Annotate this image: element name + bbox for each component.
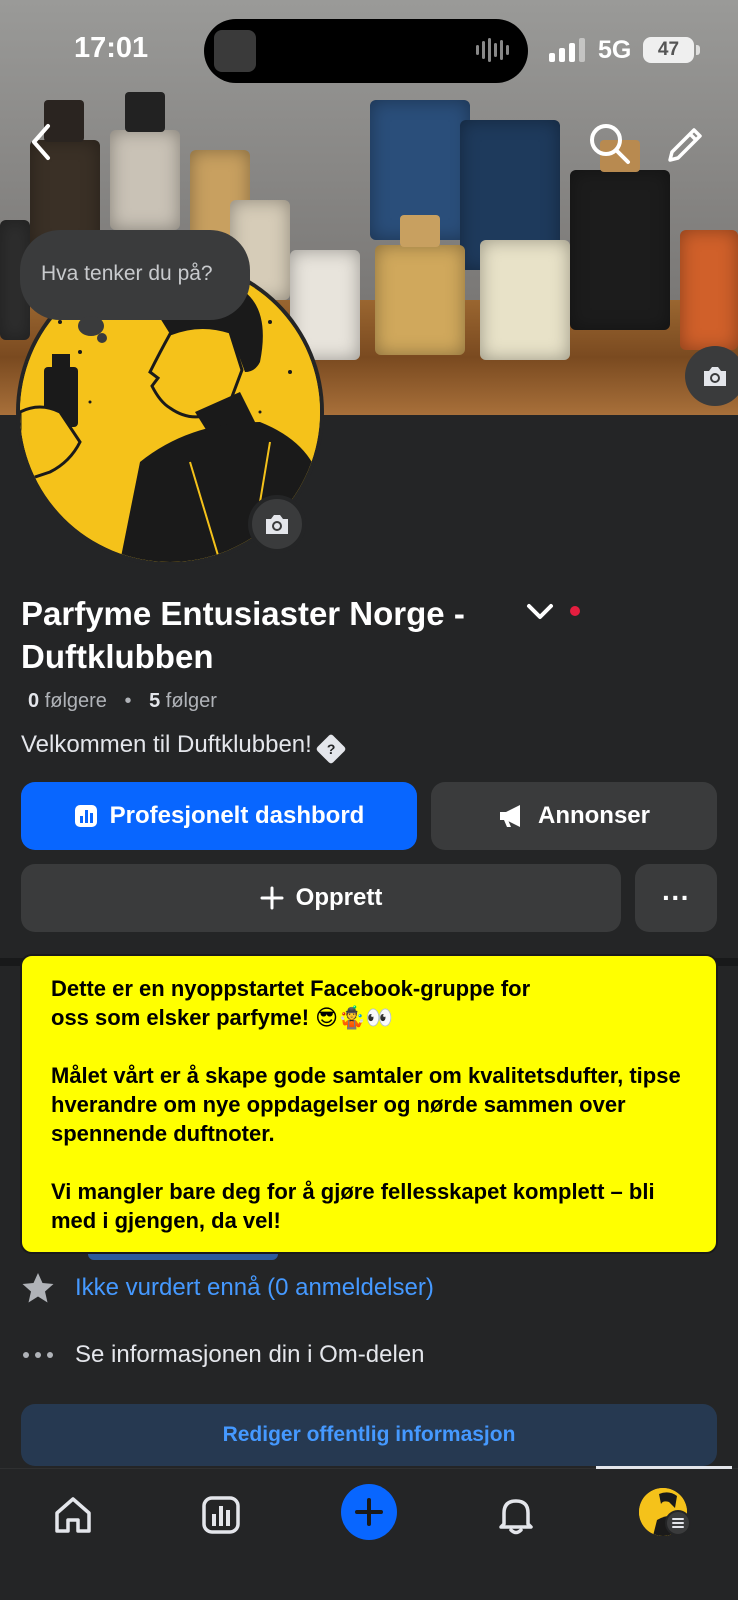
camera-icon xyxy=(266,515,288,534)
notification-dot xyxy=(570,606,580,616)
battery-level: 47 xyxy=(657,39,680,60)
chevron-down-icon[interactable] xyxy=(525,601,555,623)
cellular-signal-icon xyxy=(549,38,585,62)
perfume-cap xyxy=(400,215,440,247)
status-time: 17:01 xyxy=(74,32,149,64)
pencil-icon[interactable] xyxy=(664,124,706,166)
edit-public-info-button[interactable]: Rediger offentlig informasjon xyxy=(21,1404,717,1466)
insights-icon xyxy=(202,1496,240,1534)
following-count: 5 xyxy=(149,690,161,712)
home-icon xyxy=(55,1497,91,1533)
ads-label: Annonser xyxy=(537,802,650,829)
professional-dashboard-label: Profesjonelt dashbord xyxy=(109,802,365,829)
network-type: 5G xyxy=(598,36,632,64)
search-icon[interactable] xyxy=(588,122,632,166)
perfume-bottle xyxy=(375,245,465,355)
stats-separator: • xyxy=(124,690,132,712)
battery-icon: 47 xyxy=(643,37,694,63)
rating-row[interactable]: Ikke vurdert ennå (0 anmeldelser) xyxy=(21,1272,434,1304)
tab-insights[interactable] xyxy=(191,1485,251,1545)
page-title: Parfyme Entusiaster Norge - Duftklubben xyxy=(21,595,465,675)
followers-label: følgere xyxy=(44,690,107,712)
star-icon xyxy=(22,1273,54,1303)
perfume-bottle xyxy=(110,130,180,230)
notifications-icon xyxy=(499,1499,533,1535)
about-text: Se informasjonen din i Om-delen xyxy=(75,1341,425,1368)
announcement-paragraph-3: Vi mangler bare deg for å gjøre fellessk… xyxy=(51,1179,655,1233)
about-row[interactable]: Se informasjonen din i Om-delen xyxy=(21,1341,425,1369)
create-icon xyxy=(355,1498,383,1526)
now-playing-thumbnail xyxy=(214,30,256,72)
status-bubble-placeholder: Hva tenker du på? xyxy=(41,262,213,285)
announcement-paragraph-1: Dette er en nyoppstartet Facebook-gruppe… xyxy=(51,976,531,1030)
announcement-paragraph-2: Målet vårt er å skape gode samtaler om k… xyxy=(51,1063,681,1146)
camera-icon xyxy=(704,367,726,386)
chevron-left-icon[interactable] xyxy=(26,122,56,162)
more-dots-icon xyxy=(23,1352,53,1358)
perfume-bottle xyxy=(570,170,670,330)
unknown-glyph-icon: ? xyxy=(315,733,347,765)
bio-text: Velkommen til Duftklubben! xyxy=(21,731,312,758)
tab-create[interactable] xyxy=(341,1484,397,1540)
rating-text: Ikke vurdert ennå (0 anmeldelser) xyxy=(75,1274,434,1301)
hidden-content-peek xyxy=(88,1254,278,1260)
perfume-cap xyxy=(125,92,165,132)
bubble-tail-dot xyxy=(97,333,107,343)
followers-count: 0 xyxy=(28,690,40,712)
perfume-bottle xyxy=(680,230,738,350)
unknown-glyph-char: ? xyxy=(326,741,336,757)
megaphone-icon xyxy=(499,805,520,827)
ads-button[interactable]: Annonser xyxy=(431,782,717,850)
perfume-bottle xyxy=(480,240,570,360)
page-bio: Velkommen til Duftklubben!? xyxy=(21,731,347,765)
bar-chart-icon xyxy=(74,805,97,827)
active-tab-indicator xyxy=(596,1466,732,1469)
group-announcement: Dette er en nyoppstartet Facebook-gruppe… xyxy=(20,954,718,1254)
audio-wave-icon xyxy=(476,38,509,62)
create-button[interactable]: Opprett xyxy=(21,864,621,932)
tab-notifications[interactable] xyxy=(486,1485,546,1545)
create-label: Opprett xyxy=(295,884,383,911)
follower-stats[interactable]: 0 følgere • 5 følger xyxy=(28,690,217,713)
battery-tip xyxy=(696,45,700,55)
more-options-button[interactable]: ··· xyxy=(635,864,717,932)
following-label: følger xyxy=(165,690,217,712)
menu-icon xyxy=(672,1518,684,1528)
tab-home[interactable] xyxy=(43,1485,103,1545)
more-options-icon: ··· xyxy=(662,882,690,913)
menu-badge xyxy=(665,1510,691,1536)
professional-dashboard-button[interactable]: Profesjonelt dashbord xyxy=(21,782,417,850)
plus-icon xyxy=(260,886,284,910)
